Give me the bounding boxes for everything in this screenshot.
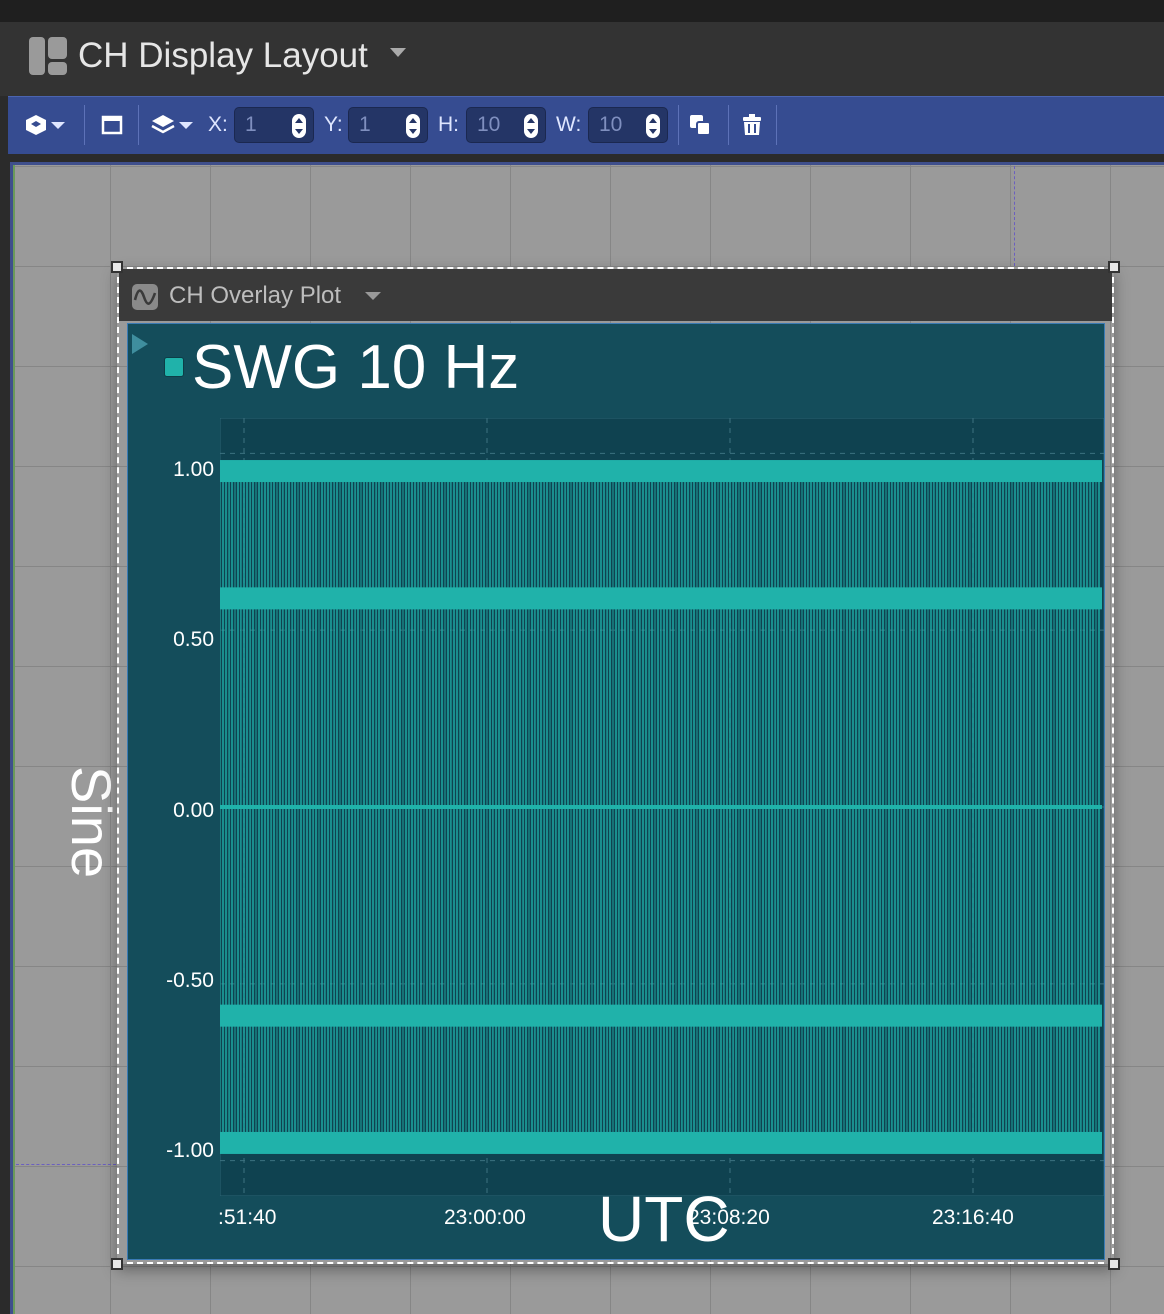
height-input[interactable]: [467, 108, 519, 142]
width-stepper[interactable]: [588, 107, 668, 143]
snap-guide-vertical: [1014, 166, 1015, 266]
waveform-icon: [132, 284, 158, 310]
trash-icon: [743, 114, 761, 135]
layout-toolbar: X: Y: H: W:: [8, 96, 1164, 154]
x-tick-label: 23:00:00: [444, 1206, 526, 1229]
x-label: X:: [208, 113, 228, 136]
y-tick-label: -1.00: [166, 1139, 214, 1162]
layers-button[interactable]: [150, 107, 193, 143]
widget-header[interactable]: CH Overlay Plot: [119, 269, 1112, 321]
y-tick-label: 1.00: [173, 458, 214, 481]
y-axis-label: Sine: [60, 766, 123, 879]
resize-handle-bottom-right[interactable]: [1108, 1258, 1120, 1270]
layers-icon: [151, 115, 175, 134]
x-tick-label: 23:16:40: [932, 1206, 1014, 1229]
layout-icon: [29, 37, 67, 75]
y-label: Y:: [324, 113, 343, 136]
widget-title: CH Overlay Plot: [169, 282, 342, 309]
y-tick-label: 0.50: [173, 628, 214, 651]
spinner-arrows-icon[interactable]: [523, 113, 539, 139]
layout-title: CH Display Layout: [78, 36, 368, 75]
expand-legend-icon[interactable]: [132, 334, 148, 354]
y-position-stepper[interactable]: [348, 107, 428, 143]
sine-sample-band: [220, 1004, 1102, 1027]
x-position-input[interactable]: [235, 108, 287, 142]
duplicate-icon: [690, 115, 711, 136]
sine-sample-band: [220, 460, 1102, 483]
sine-sample-band: [220, 587, 1102, 610]
y-position-input[interactable]: [349, 108, 401, 142]
legend-series-name: SWG 10 Hz: [192, 333, 520, 402]
sine-sample-band: [220, 805, 1102, 809]
chevron-down-icon: [179, 121, 193, 129]
resize-handle-bottom-left[interactable]: [111, 1258, 123, 1270]
chevron-down-icon: [51, 121, 65, 129]
toolbar-divider: [84, 105, 85, 145]
duplicate-button[interactable]: [688, 107, 712, 143]
snap-guide-horizontal: [16, 1164, 116, 1165]
h-label: H:: [438, 113, 459, 136]
window-top-strip: [0, 0, 1164, 22]
x-tick-label: :51:40: [218, 1206, 277, 1229]
w-label: W:: [556, 113, 582, 136]
y-tick-label: -0.50: [166, 969, 214, 992]
x-position-stepper[interactable]: [234, 107, 314, 143]
width-input[interactable]: [589, 108, 641, 142]
widget-menu-caret-icon[interactable]: [365, 292, 381, 300]
toolbar-divider: [678, 105, 679, 145]
x-axis-label: UTC: [598, 1183, 730, 1255]
frame-icon: [101, 115, 123, 135]
height-stepper[interactable]: [466, 107, 546, 143]
resize-handle-top-right[interactable]: [1108, 261, 1120, 273]
canvas-edge: [13, 165, 15, 1314]
toggle-frame-button[interactable]: [100, 107, 124, 143]
plot-series-canvas[interactable]: [220, 418, 1104, 1196]
spinner-arrows-icon[interactable]: [645, 113, 661, 139]
overlay-plot-widget[interactable]: CH Overlay Plot SWG 10 Hz 1.00 0.50 0.00…: [60, 261, 1120, 1270]
cube-icon: [26, 115, 46, 135]
spinner-arrows-icon[interactable]: [405, 113, 421, 139]
toolbar-divider: [776, 105, 777, 145]
delete-button[interactable]: [740, 107, 764, 143]
legend-swatch: [164, 357, 184, 377]
view-mode-button[interactable]: [24, 107, 65, 143]
toolbar-divider: [138, 105, 139, 145]
toolbar-divider: [728, 105, 729, 145]
resize-handle-top-left[interactable]: [111, 261, 123, 273]
sine-sample-band: [220, 1131, 1102, 1154]
layout-menu-caret-icon[interactable]: [390, 48, 406, 57]
y-tick-label: 0.00: [173, 799, 214, 822]
spinner-arrows-icon[interactable]: [291, 113, 307, 139]
plot-area[interactable]: SWG 10 Hz 1.00 0.50 0.00 -0.50 -1.00 :51…: [60, 323, 1105, 1260]
